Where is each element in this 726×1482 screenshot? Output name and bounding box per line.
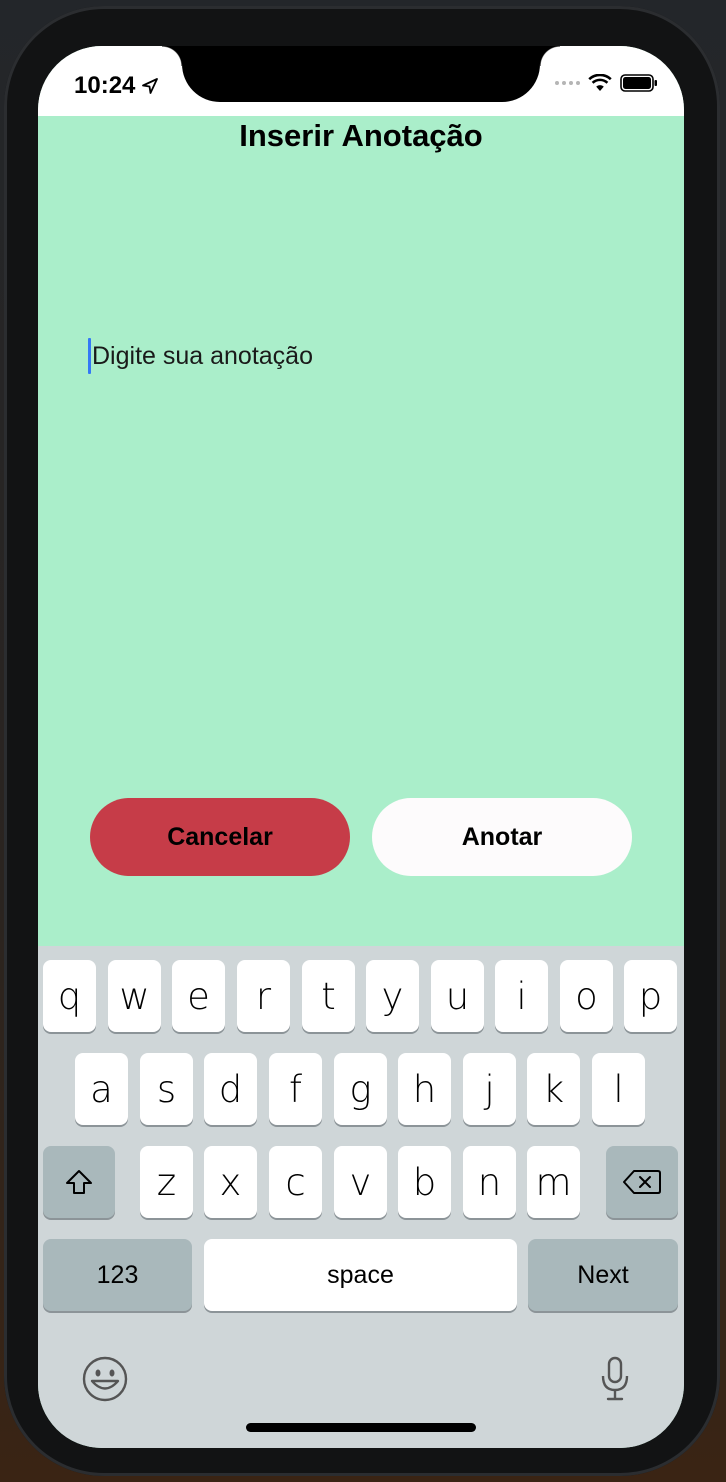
home-indicator[interactable] bbox=[246, 1423, 476, 1432]
key-k[interactable]: k bbox=[527, 1053, 580, 1125]
phone-screen: 10:24 Inserir Anotação Digite sua anotaç… bbox=[38, 46, 684, 1448]
numbers-key[interactable]: 123 bbox=[43, 1239, 192, 1311]
page-title: Inserir Anotação bbox=[239, 118, 483, 153]
battery-icon bbox=[620, 74, 657, 92]
shift-key[interactable] bbox=[43, 1146, 115, 1218]
backspace-key[interactable] bbox=[606, 1146, 678, 1218]
key-y[interactable]: y bbox=[366, 960, 419, 1032]
key-o[interactable]: o bbox=[560, 960, 613, 1032]
keyboard: q w e r t y u i o p a s d f g h j k l z … bbox=[38, 946, 684, 1448]
key-b[interactable]: b bbox=[398, 1146, 451, 1218]
key-v[interactable]: v bbox=[334, 1146, 387, 1218]
status-icons bbox=[555, 74, 658, 92]
cancel-button[interactable]: Cancelar bbox=[90, 798, 350, 876]
key-h[interactable]: h bbox=[398, 1053, 451, 1125]
note-input-placeholder: Digite sua anotação bbox=[92, 341, 313, 370]
shift-icon bbox=[66, 1170, 92, 1194]
key-a[interactable]: a bbox=[75, 1053, 128, 1125]
key-p[interactable]: p bbox=[624, 960, 677, 1032]
key-z[interactable]: z bbox=[140, 1146, 193, 1218]
key-j[interactable]: j bbox=[463, 1053, 516, 1125]
location-arrow-icon bbox=[142, 78, 159, 94]
emoji-icon[interactable] bbox=[82, 1356, 128, 1402]
signal-dots-icon bbox=[555, 81, 580, 85]
status-time-text: 10:24 bbox=[74, 72, 136, 99]
key-w[interactable]: w bbox=[108, 960, 161, 1032]
key-n[interactable]: n bbox=[463, 1146, 516, 1218]
submit-note-button[interactable]: Anotar bbox=[372, 798, 632, 876]
notch bbox=[162, 46, 560, 102]
text-caret bbox=[88, 338, 91, 374]
key-e[interactable]: e bbox=[172, 960, 225, 1032]
backspace-icon bbox=[623, 1170, 661, 1194]
phone-frame: 10:24 Inserir Anotação Digite sua anotaç… bbox=[4, 6, 720, 1476]
key-x[interactable]: x bbox=[204, 1146, 257, 1218]
next-key[interactable]: Next bbox=[528, 1239, 678, 1311]
key-f[interactable]: f bbox=[269, 1053, 322, 1125]
note-input[interactable]: Digite sua anotação bbox=[88, 332, 628, 380]
key-c[interactable]: c bbox=[269, 1146, 322, 1218]
wifi-icon bbox=[588, 74, 612, 91]
key-r[interactable]: r bbox=[237, 960, 290, 1032]
key-u[interactable]: u bbox=[431, 960, 484, 1032]
key-d[interactable]: d bbox=[204, 1053, 257, 1125]
key-q[interactable]: q bbox=[43, 960, 96, 1032]
key-i[interactable]: i bbox=[495, 960, 548, 1032]
space-key[interactable]: space bbox=[204, 1239, 517, 1311]
status-time: 10:24 bbox=[74, 72, 159, 100]
key-l[interactable]: l bbox=[592, 1053, 645, 1125]
key-g[interactable]: g bbox=[334, 1053, 387, 1125]
key-t[interactable]: t bbox=[302, 960, 355, 1032]
key-s[interactable]: s bbox=[140, 1053, 193, 1125]
microphone-icon[interactable] bbox=[600, 1356, 630, 1402]
key-m[interactable]: m bbox=[527, 1146, 580, 1218]
